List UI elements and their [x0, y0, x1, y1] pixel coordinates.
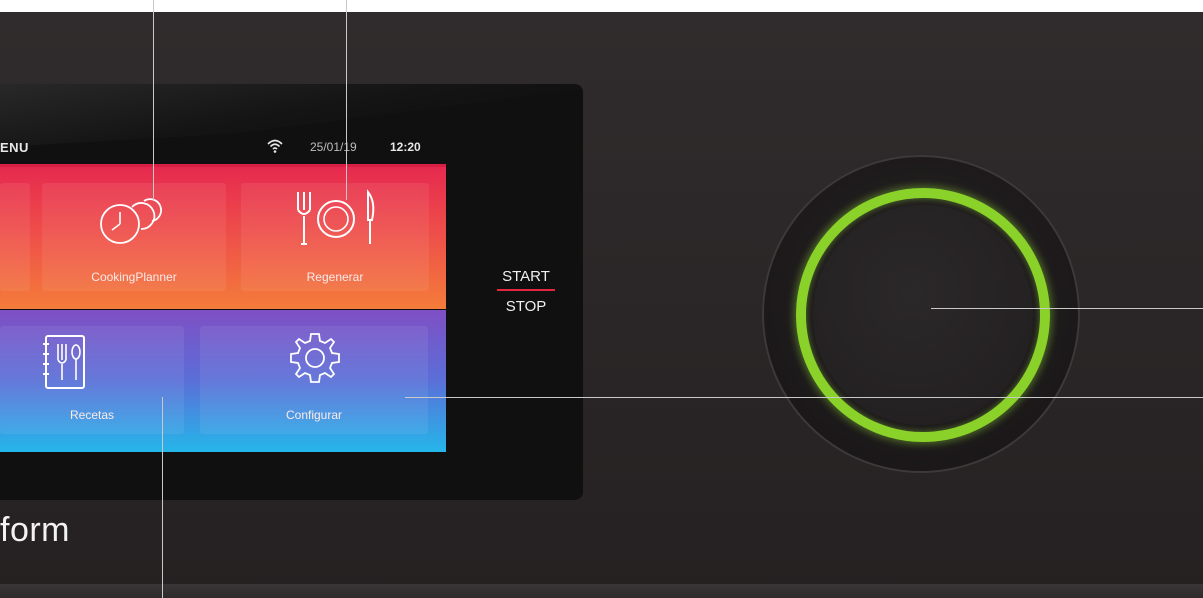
plate-cutlery-icon [297, 189, 375, 245]
control-knob[interactable] [813, 205, 1033, 425]
tile-configurar[interactable]: Configurar [200, 326, 428, 434]
tile-regenerar-label: Regenerar [306, 270, 364, 284]
callout-line-recetas [162, 397, 163, 598]
stop-label[interactable]: STOP [497, 298, 555, 315]
clocks-icon [100, 198, 162, 244]
callout-line-cooking-planner [153, 0, 154, 200]
wifi-icon [267, 139, 283, 153]
tile-recetas-label: Recetas [69, 408, 115, 422]
status-date: 25/01/19 [310, 140, 357, 154]
start-stop-divider [497, 289, 555, 291]
touch-screen: ENU 25/01/19 12:20 CookingPlanner Regene… [0, 84, 583, 500]
tile-partial-left-top[interactable] [0, 183, 30, 291]
brand-logo-text: form [0, 511, 70, 549]
callout-line-knob [931, 308, 1203, 309]
menu-row-top: CookingPlanner Regenerar [0, 164, 446, 309]
menu-row-bottom: Recetas Configurar [0, 310, 446, 452]
recipe-book-icon [43, 335, 85, 389]
status-bar: ENU 25/01/19 12:20 [0, 139, 446, 162]
tile-regenerar[interactable]: Regenerar [241, 183, 429, 291]
callout-line-regenerar [346, 0, 347, 200]
panel-edge [0, 584, 1203, 598]
menu-title: ENU [0, 140, 29, 155]
callout-line-configurar [405, 397, 1203, 398]
tile-cooking-planner[interactable]: CookingPlanner [42, 183, 226, 291]
tile-configurar-label: Configurar [285, 408, 343, 422]
status-time: 12:20 [390, 140, 421, 154]
tile-recetas[interactable]: Recetas [0, 326, 184, 434]
gear-icon [290, 333, 340, 383]
start-label[interactable]: START [497, 268, 555, 285]
tile-cooking-planner-label: CookingPlanner [91, 270, 177, 284]
